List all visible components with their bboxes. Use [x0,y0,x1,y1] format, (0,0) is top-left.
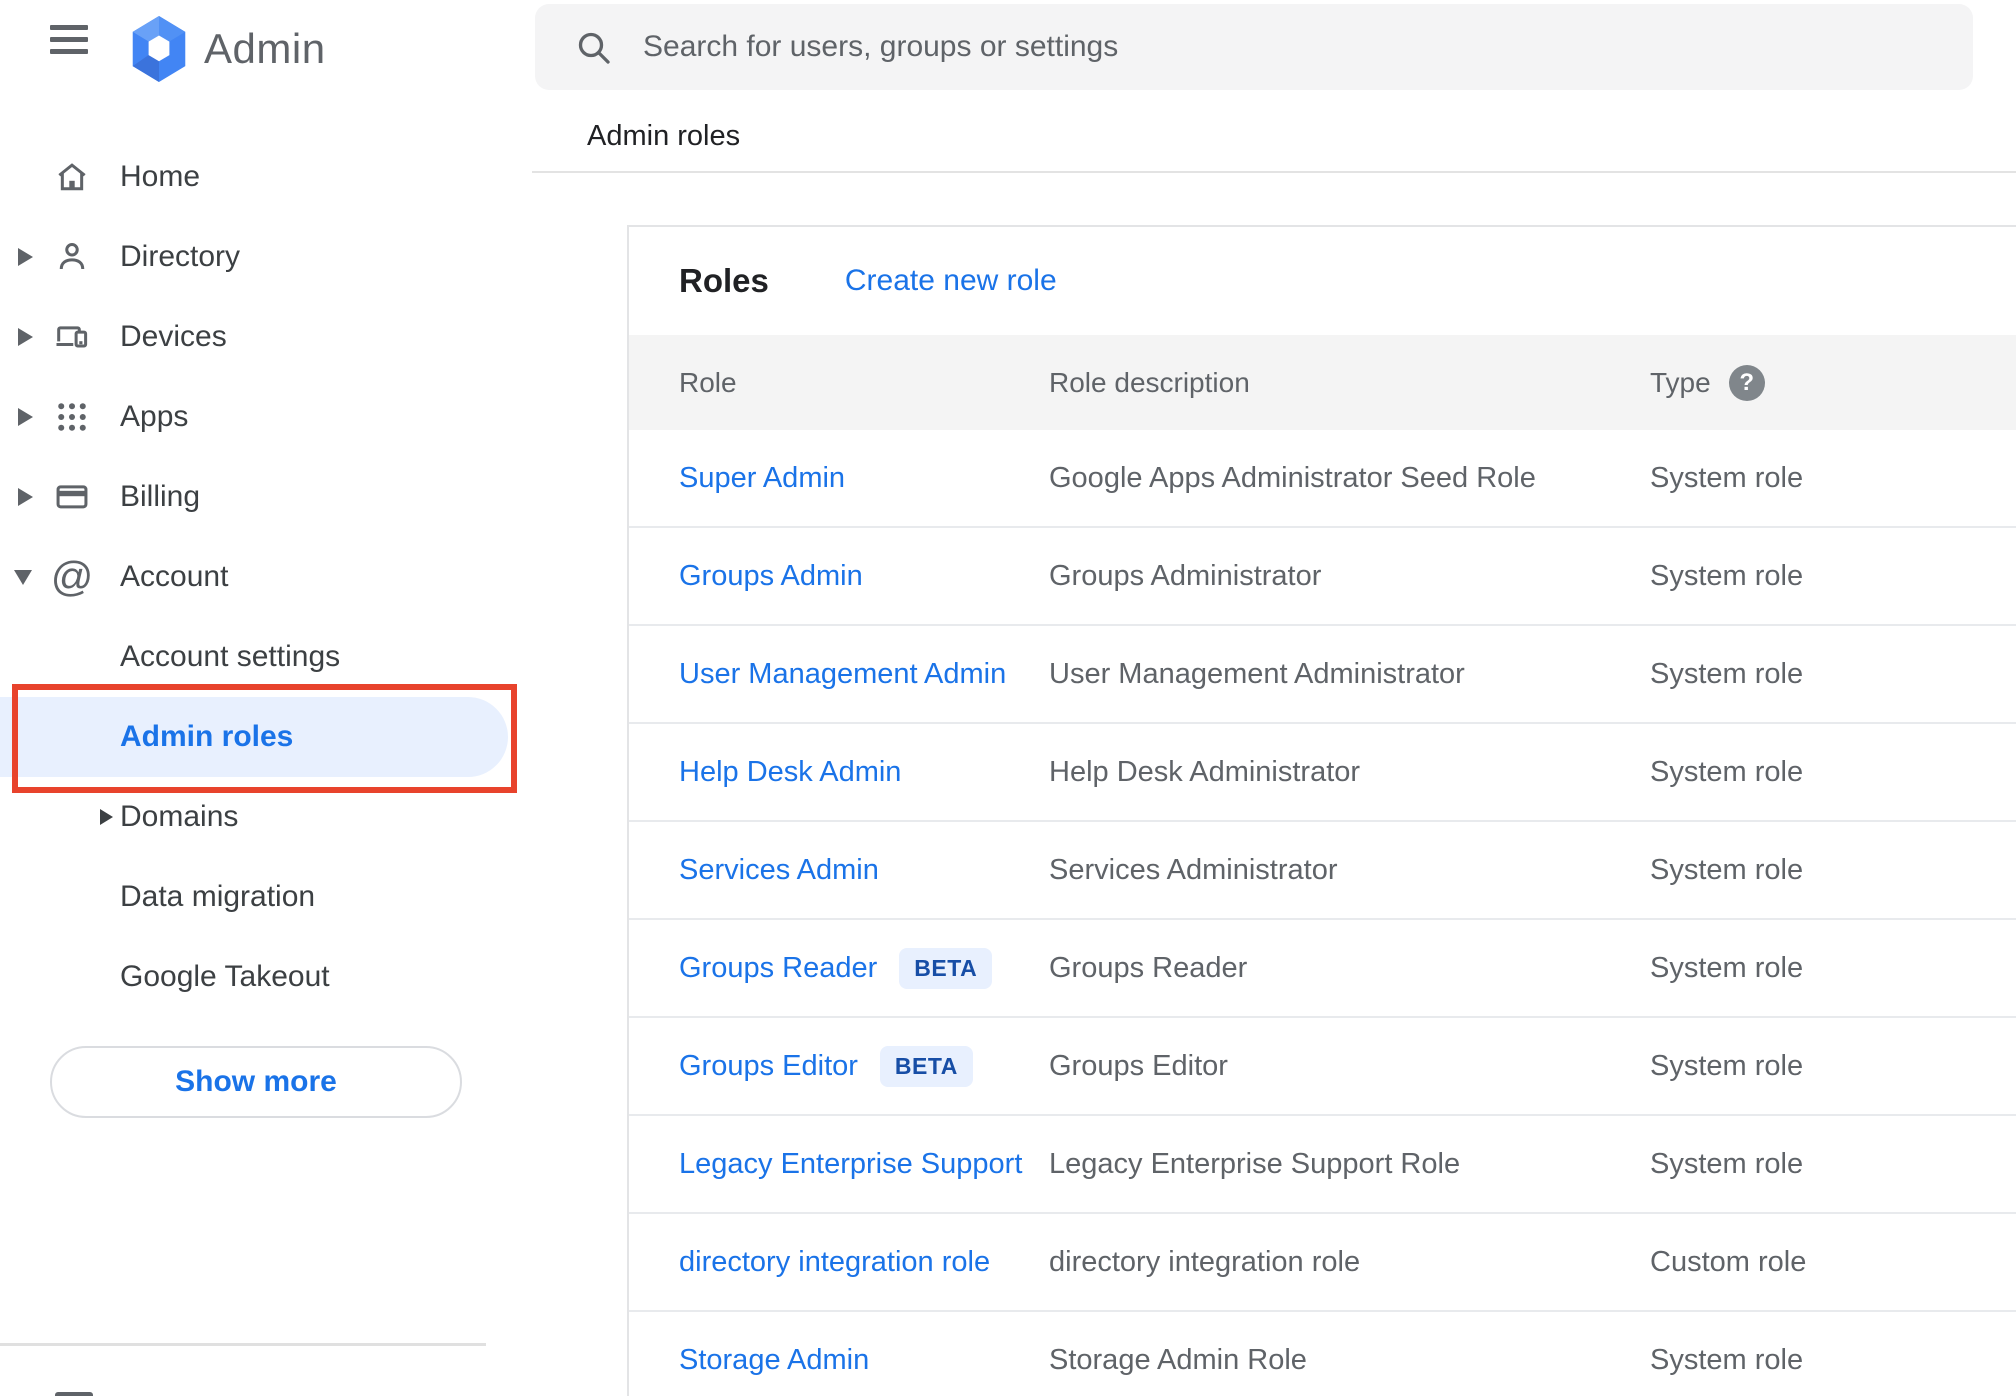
role-type: System role [1650,1049,1804,1082]
sidebar-item-label: Billing [120,480,201,513]
column-header-role: Role [679,366,737,398]
role-type: System role [1650,951,1804,984]
table-row: Groups Admin Groups Administrator System… [629,528,2016,626]
role-type: System role [1650,657,1804,690]
beta-badge: BETA [899,947,993,989]
table-row: Legacy Enterprise Support Legacy Enterpr… [629,1116,2016,1214]
apps-grid-icon [52,397,92,437]
role-type: System role [1650,1343,1804,1376]
role-description: Groups Reader [1049,951,1248,984]
sidebar-item-label: Google Takeout [120,960,330,993]
sidebar-item-label: Account settings [120,640,341,673]
role-type: Custom role [1650,1245,1807,1278]
role-link[interactable]: Storage Admin [679,1344,869,1377]
sidebar-item-label: Domains [120,800,239,833]
role-description: User Management Administrator [1049,657,1465,690]
table-row: Services Admin Services Administrator Sy… [629,822,2016,920]
table-row: Super Admin Google Apps Administrator Se… [629,430,2016,528]
roles-card-header: Roles Create new role [629,227,2016,335]
role-link[interactable]: Help Desk Admin [679,756,901,789]
sidebar-item-label: Apps [120,400,189,433]
table-row: Help Desk Admin Help Desk Administrator … [629,724,2016,822]
beta-badge: BETA [879,1045,973,1087]
sidebar-item-home[interactable]: Home [0,137,530,217]
sidebar-item-billing[interactable]: Billing [0,457,530,537]
sidebar-item-account[interactable]: @ Account [0,537,530,617]
card-title: Roles [679,262,769,299]
sidebar-item-label: Account [120,560,229,593]
role-link[interactable]: Super Admin [679,462,845,495]
role-link[interactable]: directory integration role [679,1246,990,1279]
expand-arrow-icon [18,248,33,266]
sidebar-item-devices[interactable]: Devices [0,297,530,377]
sidebar-item-label: Data migration [120,880,316,913]
table-header-row: Role Role description Type ? [629,335,2016,430]
role-description: Storage Admin Role [1049,1343,1307,1376]
support-icon[interactable] [55,1392,93,1396]
role-type: System role [1650,559,1804,592]
sidebar-bottom-divider [0,1343,486,1346]
sidebar-item-label: Home [120,160,201,193]
table-row: Storage Admin Storage Admin Role System … [629,1312,2016,1396]
sidebar-nav: Home Directory Devices Apps Billing @ Ac… [0,137,530,1017]
role-description: Help Desk Administrator [1049,755,1361,788]
app-name: Admin [204,25,326,72]
create-new-role-link[interactable]: Create new role [845,264,1057,298]
devices-icon [52,317,92,357]
role-type: System role [1650,461,1804,494]
credit-card-icon [52,477,92,517]
table-row: Groups Reader BETA Groups Reader System … [629,920,2016,1018]
annotation-red-box [12,684,517,793]
admin-console-screen: Admin Home Directory Devices Apps Billin… [0,0,2016,1396]
topbar-divider [532,171,2016,173]
expand-arrow-icon [18,488,33,506]
role-type: System role [1650,1147,1804,1180]
home-icon [52,157,92,197]
role-link[interactable]: Groups Reader [679,952,877,985]
collapse-arrow-icon [14,569,32,585]
role-link[interactable]: Groups Editor [679,1050,858,1083]
roles-card: Roles Create new role Role Role descript… [627,225,2016,1396]
expand-arrow-icon [18,328,33,346]
role-description: Services Administrator [1049,853,1338,886]
app-logo: Admin [128,16,326,82]
sidebar-item-label: Directory [120,240,241,273]
sidebar-item-data-migration[interactable]: Data migration [0,857,530,937]
sidebar-item-google-takeout[interactable]: Google Takeout [0,937,530,1017]
role-type: System role [1650,853,1804,886]
column-header-description: Role description [1049,366,1250,398]
at-sign-icon: @ [50,553,94,600]
search-icon [573,27,613,67]
expand-arrow-icon [18,408,33,426]
role-type: System role [1650,755,1804,788]
hamburger-menu-icon[interactable] [50,25,88,59]
breadcrumb: Admin roles [587,120,741,152]
help-icon[interactable]: ? [1728,364,1765,401]
table-row: Groups Editor BETA Groups Editor System … [629,1018,2016,1116]
sidebar-item-label: Devices [120,320,227,353]
role-description: Groups Editor [1049,1049,1228,1082]
role-link[interactable]: Groups Admin [679,560,863,593]
table-row: directory integration role directory int… [629,1214,2016,1312]
person-icon [52,237,92,277]
role-description: Legacy Enterprise Support Role [1049,1147,1461,1180]
role-description: Google Apps Administrator Seed Role [1049,461,1536,494]
role-description: Groups Administrator [1049,559,1322,592]
column-header-type: Type ? [1650,364,2016,401]
role-description: directory integration role [1049,1245,1361,1278]
expand-arrow-icon [100,809,113,825]
role-link[interactable]: User Management Admin [679,658,1006,691]
sidebar-item-apps[interactable]: Apps [0,377,530,457]
search-bar[interactable] [535,4,1973,90]
sidebar-item-directory[interactable]: Directory [0,217,530,297]
table-row: User Management Admin User Management Ad… [629,626,2016,724]
role-link[interactable]: Services Admin [679,854,879,887]
search-input[interactable] [641,29,1973,65]
admin-hexagon-logo-icon [132,16,186,82]
role-link[interactable]: Legacy Enterprise Support [679,1148,1022,1181]
show-more-button[interactable]: Show more [50,1046,462,1118]
